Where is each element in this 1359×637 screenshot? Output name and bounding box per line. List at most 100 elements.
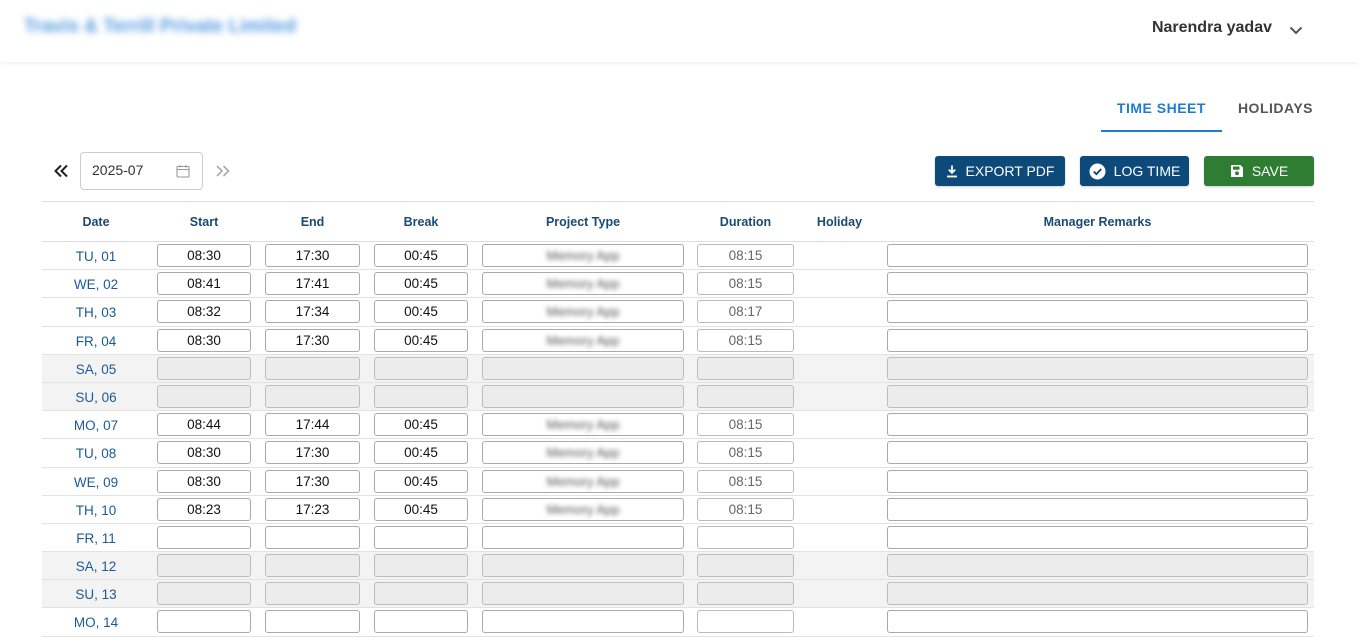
calendar-icon[interactable] bbox=[176, 164, 190, 178]
company-name[interactable]: Travis & Terrill Private Limited bbox=[24, 16, 348, 42]
break-time-input[interactable] bbox=[374, 610, 468, 634]
break-time-input[interactable]: 00:45 bbox=[374, 272, 468, 296]
end-time-input[interactable] bbox=[265, 384, 360, 408]
project-type-select[interactable]: Memory App bbox=[482, 272, 684, 296]
duration-field bbox=[697, 384, 794, 408]
start-time-input[interactable] bbox=[157, 356, 251, 380]
column-header-date: Date bbox=[82, 215, 110, 229]
break-time-input[interactable]: 00:45 bbox=[374, 300, 468, 324]
start-time-input[interactable]: 08:30 bbox=[157, 244, 251, 267]
start-time-input[interactable]: 08:30 bbox=[157, 469, 251, 493]
end-time-input[interactable] bbox=[265, 582, 360, 606]
project-type-select[interactable] bbox=[482, 610, 684, 634]
project-type-select[interactable]: Memory App bbox=[482, 328, 684, 352]
table-row: FR, 11 bbox=[42, 524, 1314, 553]
project-type-value: Memory App bbox=[546, 332, 620, 348]
next-month-icon[interactable] bbox=[212, 161, 234, 181]
break-time-input[interactable] bbox=[374, 582, 468, 606]
start-time-input[interactable]: 08:44 bbox=[157, 413, 251, 437]
break-time-input[interactable] bbox=[374, 554, 468, 578]
chevron-down-icon[interactable] bbox=[1285, 20, 1307, 40]
end-time-input[interactable]: 17:30 bbox=[265, 244, 360, 267]
table-row: SU, 06 bbox=[42, 382, 1314, 412]
break-time-input[interactable]: 00:45 bbox=[374, 441, 468, 465]
duration-field bbox=[697, 554, 794, 578]
row-date: MO, 14 bbox=[73, 615, 119, 631]
check-circle-icon bbox=[1089, 163, 1106, 179]
break-time-input[interactable]: 00:45 bbox=[374, 497, 468, 521]
column-header-end: End bbox=[300, 215, 325, 229]
row-date: SU, 06 bbox=[75, 389, 117, 405]
manager-remarks-input[interactable] bbox=[887, 554, 1308, 578]
tab-holidays[interactable]: HOLIDAYS bbox=[1222, 88, 1329, 132]
start-time-input[interactable] bbox=[157, 525, 251, 549]
previous-month-icon[interactable] bbox=[50, 160, 72, 182]
end-time-input[interactable]: 17:30 bbox=[265, 469, 360, 493]
manager-remarks-input[interactable] bbox=[887, 497, 1308, 521]
start-time-input[interactable] bbox=[157, 554, 251, 578]
project-type-select[interactable]: Memory App bbox=[482, 244, 684, 267]
break-time-input[interactable]: 00:45 bbox=[374, 413, 468, 437]
project-type-select[interactable]: Memory App bbox=[482, 300, 684, 324]
manager-remarks-input[interactable] bbox=[887, 413, 1308, 437]
manager-remarks-input[interactable] bbox=[887, 356, 1308, 380]
project-type-select[interactable]: Memory App bbox=[482, 413, 684, 437]
start-time-input[interactable]: 08:32 bbox=[157, 300, 251, 324]
manager-remarks-input[interactable] bbox=[887, 300, 1308, 324]
start-time-input[interactable] bbox=[157, 582, 251, 606]
break-time-input[interactable]: 00:45 bbox=[374, 244, 468, 267]
start-time-input[interactable]: 08:41 bbox=[157, 272, 251, 296]
row-date: SA, 05 bbox=[75, 361, 117, 377]
manager-remarks-input[interactable] bbox=[887, 244, 1308, 267]
manager-remarks-input[interactable] bbox=[887, 328, 1308, 352]
manager-remarks-input[interactable] bbox=[887, 582, 1308, 606]
row-date: MO, 07 bbox=[73, 418, 119, 434]
month-picker[interactable] bbox=[80, 152, 203, 190]
end-time-input[interactable]: 17:41 bbox=[265, 272, 360, 296]
end-time-input[interactable]: 17:44 bbox=[265, 413, 360, 437]
manager-remarks-input[interactable] bbox=[887, 469, 1308, 493]
end-time-input[interactable]: 17:23 bbox=[265, 497, 360, 521]
end-time-input[interactable] bbox=[265, 610, 360, 634]
project-type-select[interactable]: Memory App bbox=[482, 497, 684, 521]
end-time-input[interactable] bbox=[265, 356, 360, 380]
break-time-input[interactable] bbox=[374, 525, 468, 549]
end-time-input[interactable]: 17:34 bbox=[265, 300, 360, 324]
manager-remarks-input[interactable] bbox=[887, 441, 1308, 465]
start-time-input[interactable]: 08:30 bbox=[157, 328, 251, 352]
start-time-input[interactable]: 08:30 bbox=[157, 441, 251, 465]
project-type-select[interactable]: Memory App bbox=[482, 469, 684, 493]
start-time-input[interactable] bbox=[157, 610, 251, 634]
end-time-input[interactable] bbox=[265, 525, 360, 549]
project-type-select[interactable] bbox=[482, 384, 684, 408]
log-time-button[interactable]: LOG TIME bbox=[1080, 156, 1189, 186]
month-input[interactable] bbox=[92, 162, 172, 178]
table-row: SA, 05 bbox=[42, 354, 1314, 383]
break-time-input[interactable]: 00:45 bbox=[374, 328, 468, 352]
project-type-select[interactable]: Memory App bbox=[482, 441, 684, 465]
user-name[interactable]: Narendra yadav bbox=[1152, 19, 1272, 37]
table-row: WE, 09 08:30 17:30 00:45 Memory App 08:15 bbox=[42, 468, 1314, 496]
start-time-input[interactable] bbox=[157, 384, 251, 408]
manager-remarks-input[interactable] bbox=[887, 525, 1308, 549]
save-button[interactable]: SAVE bbox=[1204, 156, 1314, 186]
break-time-input[interactable] bbox=[374, 356, 468, 380]
tab-time-sheet[interactable]: TIME SHEET bbox=[1100, 88, 1222, 132]
project-type-select[interactable] bbox=[482, 525, 684, 549]
manager-remarks-input[interactable] bbox=[887, 384, 1308, 408]
project-type-select[interactable] bbox=[482, 554, 684, 578]
end-time-input[interactable] bbox=[265, 554, 360, 578]
row-date: TH, 03 bbox=[75, 305, 117, 321]
export-pdf-button[interactable]: EXPORT PDF bbox=[935, 156, 1065, 186]
break-time-input[interactable]: 00:45 bbox=[374, 469, 468, 493]
manager-remarks-input[interactable] bbox=[887, 610, 1308, 634]
project-type-select[interactable] bbox=[482, 582, 684, 606]
duration-field bbox=[697, 356, 794, 380]
end-time-input[interactable]: 17:30 bbox=[265, 441, 360, 465]
end-time-input[interactable]: 17:30 bbox=[265, 328, 360, 352]
project-type-select[interactable] bbox=[482, 356, 684, 380]
manager-remarks-input[interactable] bbox=[887, 272, 1308, 296]
duration-field: 08:15 bbox=[697, 497, 794, 521]
break-time-input[interactable] bbox=[374, 384, 468, 408]
start-time-input[interactable]: 08:23 bbox=[157, 497, 251, 521]
